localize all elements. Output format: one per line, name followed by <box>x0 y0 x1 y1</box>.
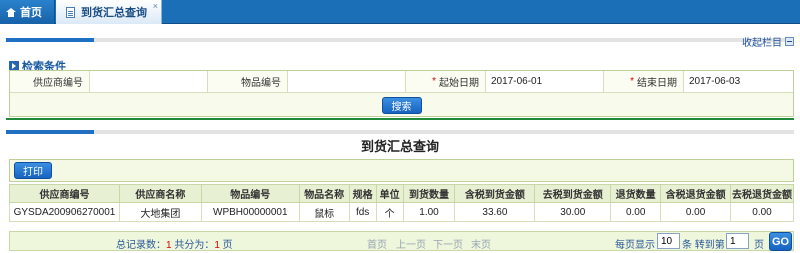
item-code-label-text: 物品编号 <box>241 78 281 89</box>
pager-summary: 总记录数：1 共分为：1 页 <box>116 236 233 251</box>
table-row[interactable]: GYSDA200906270001 大地集团 WPBH00000001 鼠标 f… <box>9 202 794 222</box>
column-header[interactable]: 退货数量 <box>610 184 662 203</box>
next-page-link[interactable]: 下一页 <box>433 236 463 251</box>
per-page-input[interactable] <box>657 233 680 249</box>
end-date-label: * 结束日期 <box>604 71 684 92</box>
table-cell: fds <box>348 202 377 222</box>
table-cell: 大地集团 <box>118 202 202 222</box>
column-header[interactable]: 供应商名称 <box>118 184 202 203</box>
search-button-row: 搜索 <box>10 93 793 117</box>
end-date-input[interactable]: 2017-06-03 <box>684 71 793 92</box>
goto-page-input[interactable] <box>726 233 749 249</box>
column-header[interactable]: 供应商编号 <box>9 184 120 203</box>
table-cell: 0.00 <box>610 202 662 222</box>
column-header[interactable]: 到货数量 <box>402 184 456 203</box>
table-cell: 1.00 <box>402 202 456 222</box>
supplier-code-label: 供应商编号 <box>10 71 90 92</box>
column-header[interactable]: 含税到货金额 <box>454 184 536 203</box>
supplier-code-label-text: 供应商编号 <box>33 78 83 89</box>
required-mark: * <box>630 76 634 87</box>
tab-arrival-summary[interactable]: 到货汇总查询 × <box>56 0 162 24</box>
start-date-label: * 起始日期 <box>406 71 486 92</box>
item-code-label: 物品编号 <box>208 71 288 92</box>
table-header-row: 供应商编号 供应商名称 物品编号 物品名称 规格 单位 到货数量 含税到货金额 … <box>9 184 794 203</box>
search-button[interactable]: 搜索 <box>381 96 422 114</box>
supplier-code-input[interactable] <box>90 71 208 92</box>
collapse-toggle[interactable]: 收起栏目 <box>742 34 794 49</box>
tab-bar: 首页 到货汇总查询 × <box>0 0 800 24</box>
column-header[interactable]: 单位 <box>375 184 404 203</box>
table-cell: 30.00 <box>534 202 612 222</box>
search-form: 供应商编号 物品编号 * 起始日期 2017-06-01 * 结束日期 2017… <box>9 70 794 117</box>
total-prefix: 总记录数： <box>116 240 166 251</box>
goto-label: 条 转到第 <box>682 240 725 251</box>
item-code-input[interactable] <box>288 71 406 92</box>
column-header[interactable]: 去税退货金额 <box>730 184 794 203</box>
table-cell: GYSDA200906270001 <box>9 202 120 222</box>
column-header[interactable]: 含税退货金额 <box>660 184 732 203</box>
table-cell: 0.00 <box>730 202 794 222</box>
close-icon[interactable]: × <box>153 1 158 11</box>
pages-suffix: 页 <box>219 240 233 251</box>
last-page-link[interactable]: 末页 <box>471 236 491 251</box>
results-bar-accent <box>6 130 94 134</box>
page-suffix-label: 页 <box>754 240 764 251</box>
pager: 总记录数：1 共分为：1 页 首页 上一页 下一页 末页 每页显示 条 转到第 … <box>9 231 794 251</box>
section-divider <box>6 118 794 120</box>
section-bar-track <box>94 38 794 42</box>
column-header[interactable]: 规格 <box>348 184 377 203</box>
table-cell: 鼠标 <box>298 202 350 222</box>
results-toolbar: 打印 <box>9 159 794 182</box>
home-icon <box>6 7 16 17</box>
start-date-input[interactable]: 2017-06-01 <box>486 71 604 92</box>
results-table: 供应商编号 供应商名称 物品编号 物品名称 规格 单位 到货数量 含税到货金额 … <box>9 184 794 222</box>
search-row: 供应商编号 物品编号 * 起始日期 2017-06-01 * 结束日期 2017… <box>10 71 793 93</box>
per-page-label: 每页显示 <box>615 240 655 251</box>
table-cell: WPBH00000001 <box>200 202 300 222</box>
tab-home-label: 首页 <box>20 7 42 19</box>
collapse-icon <box>785 37 794 46</box>
go-button[interactable]: GO <box>769 232 792 251</box>
required-mark: * <box>432 76 436 87</box>
column-header[interactable]: 物品名称 <box>298 184 350 203</box>
end-date-label-text: 结束日期 <box>637 78 677 89</box>
first-page-link[interactable]: 首页 <box>367 236 387 251</box>
tab-active-label: 到货汇总查询 <box>81 7 147 19</box>
results-bar-track <box>94 130 794 134</box>
column-header[interactable]: 去税到货金额 <box>534 184 612 203</box>
start-date-label-text: 起始日期 <box>439 78 479 89</box>
results-title: 到货汇总查询 <box>360 139 439 154</box>
print-button[interactable]: 打印 <box>14 162 52 179</box>
column-header[interactable]: 物品编号 <box>200 184 300 203</box>
section-bar-accent <box>6 38 94 42</box>
prev-page-link[interactable]: 上一页 <box>396 236 426 251</box>
table-cell: 33.60 <box>454 202 536 222</box>
table-cell: 个 <box>375 202 404 222</box>
pages-prefix: 共分为： <box>171 240 215 251</box>
tab-home[interactable]: 首页 <box>0 0 55 24</box>
table-cell: 0.00 <box>660 202 732 222</box>
collapse-label: 收起栏目 <box>742 38 782 49</box>
document-icon <box>66 6 75 18</box>
